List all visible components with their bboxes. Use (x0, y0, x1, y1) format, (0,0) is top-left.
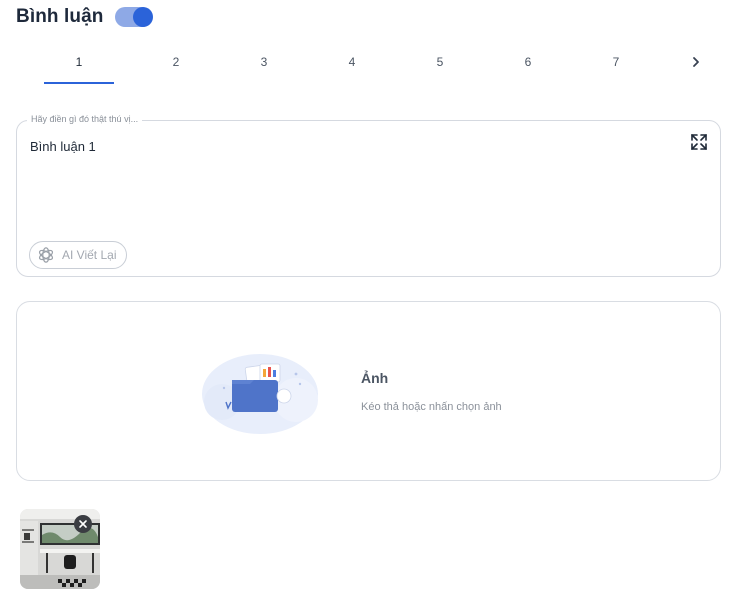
remove-attachment-button[interactable] (74, 515, 92, 533)
expand-button[interactable] (690, 133, 708, 151)
tab-7[interactable]: 7 (581, 40, 651, 84)
upload-title: Ảnh (361, 370, 389, 386)
tab-4[interactable]: 4 (317, 40, 387, 84)
tab-1[interactable]: 1 (44, 40, 114, 84)
tab-3[interactable]: 3 (229, 40, 299, 84)
comment-placeholder-label: Hãy điền gì đó thật thú vị... (27, 114, 143, 124)
page-title: Bình luận (16, 6, 104, 27)
openai-icon (38, 247, 54, 263)
comment-value[interactable]: Bình luận 1 (30, 139, 96, 154)
comment-field[interactable]: Hãy điền gì đó thật thú vị... Bình luận … (16, 114, 721, 277)
comment-tabs: 1 2 3 4 5 6 7 (44, 40, 724, 86)
tab-2[interactable]: 2 (141, 40, 211, 84)
tab-5[interactable]: 5 (405, 40, 475, 84)
tab-6[interactable]: 6 (493, 40, 563, 84)
comment-toggle[interactable] (115, 7, 154, 27)
ai-rewrite-button[interactable]: AI Viết Lại (29, 241, 128, 269)
ai-rewrite-label: AI Viết Lại (62, 248, 117, 262)
chevron-right-icon (693, 57, 699, 67)
expand-icon (691, 134, 707, 150)
image-upload-dropzone[interactable]: Ảnh Kéo thả hoặc nhấn chọn ảnh (16, 301, 721, 481)
upload-hint: Kéo thả hoặc nhấn chọn ảnh (361, 401, 502, 413)
close-icon (79, 520, 87, 528)
tabs-next-button[interactable] (684, 50, 708, 74)
comment-header: Bình luận (16, 6, 154, 28)
toggle-knob (133, 7, 154, 27)
folder-upload-illustration (202, 354, 318, 434)
